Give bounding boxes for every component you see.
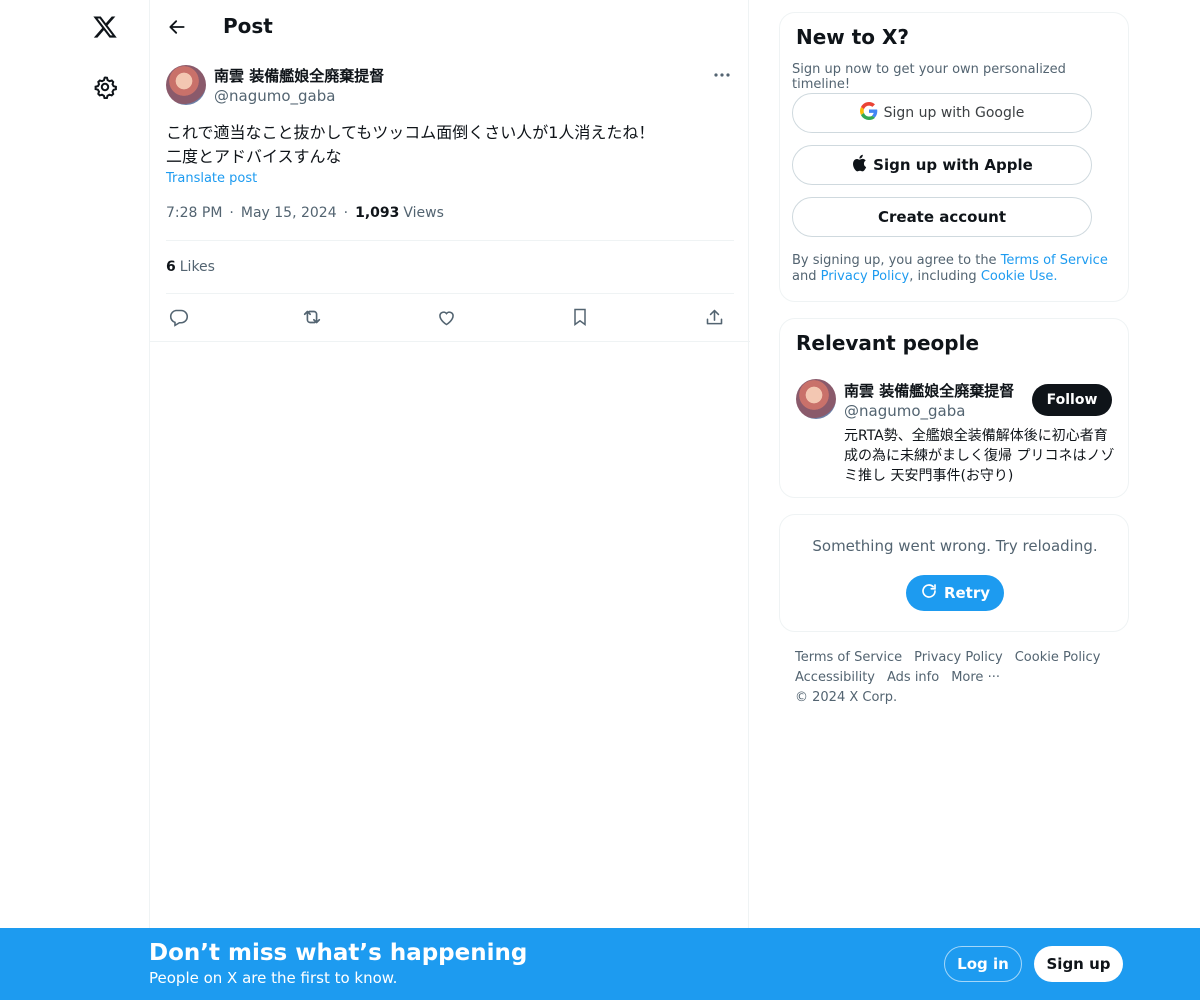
apple-icon [851, 154, 867, 176]
signup-apple-label: Sign up with Apple [873, 156, 1033, 174]
main-header: Post [150, 0, 750, 53]
post-time[interactable]: 7:28 PM [166, 205, 222, 221]
relevant-people-card: Relevant people 南雲 装備艦娘全廃棄提督 @nagumo_gab… [779, 318, 1129, 498]
login-button[interactable]: Log in [944, 946, 1022, 982]
divider [150, 341, 750, 342]
bottom-bar-title: Don’t miss what’s happening [149, 940, 528, 966]
footer-more-link[interactable]: More ··· [951, 668, 1000, 688]
main-column: Post 南雲 装備艦娘全廃棄提督 @nagumo_gaba これで適当なこと抜… [149, 0, 750, 1000]
create-account-button[interactable]: Create account [792, 197, 1092, 237]
more-options-icon[interactable] [710, 65, 734, 85]
author-name[interactable]: 南雲 装備艦娘全廃棄提督 [214, 65, 384, 86]
page-title: Post [223, 14, 273, 38]
post-text: これで適当なこと抜かしてもツッコム面倒くさい人が1人消えたね！ 二度とアドバイス… [166, 123, 655, 166]
translate-post-link[interactable]: Translate post [166, 171, 257, 186]
author-handle[interactable]: @nagumo_gaba [214, 87, 335, 105]
footer-links: Terms of Service Privacy Policy Cookie Pol… [795, 648, 1115, 708]
post-meta: 7:28 PM · May 15, 2024 · 1,093 Views [166, 205, 444, 221]
cookie-use-link[interactable]: Cookie Use. [981, 269, 1058, 284]
legal-and: and [792, 269, 821, 284]
avatar[interactable] [166, 65, 206, 105]
relevant-person-name[interactable]: 南雲 装備艦娘全廃棄提督 [844, 380, 1014, 401]
footer-terms-link[interactable]: Terms of Service [795, 648, 902, 668]
error-message: Something went wrong. Try reloading. [812, 537, 1098, 555]
likes-stat[interactable]: 6 Likes [166, 259, 215, 275]
x-logo-icon[interactable] [88, 10, 122, 44]
relevant-person-bio: 元RTA勢、全艦娘全装備解体後に初心者育成の為に未練がましく復帰 プリコネはノゾ… [844, 428, 1115, 484]
footer-cookie-link[interactable]: Cookie Policy [1015, 648, 1101, 668]
refresh-icon [920, 582, 938, 604]
terms-link[interactable]: Terms of Service [1001, 253, 1108, 268]
divider [166, 240, 734, 241]
reply-icon[interactable] [166, 305, 190, 329]
signup-legal-text: By signing up, you agree to the Terms of… [792, 253, 1122, 285]
repost-icon[interactable] [300, 305, 324, 329]
follow-button[interactable]: Follow [1032, 384, 1112, 416]
google-icon [859, 102, 878, 124]
likes-count: 6 [166, 259, 176, 275]
relevant-person-handle[interactable]: @nagumo_gaba [844, 402, 965, 420]
bottom-bar-subtitle: People on X are the first to know. [149, 969, 398, 987]
likes-label: Likes [179, 259, 215, 275]
left-nav [0, 0, 150, 1000]
error-card: Something went wrong. Try reloading. Ret… [779, 514, 1129, 632]
bottom-signup-bar: Don’t miss what’s happening People on X … [0, 928, 1200, 1000]
privacy-link[interactable]: Privacy Policy [821, 269, 910, 284]
retry-button[interactable]: Retry [906, 575, 1004, 611]
create-account-label: Create account [877, 208, 1006, 226]
footer-ads-link[interactable]: Ads info [887, 668, 939, 688]
signup-google-button[interactable]: Sign up with Google [792, 93, 1092, 133]
post-actions [166, 305, 736, 329]
like-heart-icon[interactable] [434, 305, 458, 329]
divider [166, 293, 734, 294]
share-icon[interactable] [702, 305, 726, 329]
meta-separator: · [229, 205, 234, 221]
relevant-people-title: Relevant people [796, 331, 980, 355]
signup-button[interactable]: Sign up [1034, 946, 1123, 982]
bookmark-icon[interactable] [568, 305, 592, 329]
footer-copyright: © 2024 X Corp. [795, 690, 898, 705]
views-label: Views [403, 205, 444, 221]
legal-including: , including [909, 269, 981, 284]
avatar[interactable] [796, 379, 836, 419]
signup-card-title: New to X? [796, 25, 910, 49]
footer-privacy-link[interactable]: Privacy Policy [914, 648, 1003, 668]
signup-apple-button[interactable]: Sign up with Apple [792, 145, 1092, 185]
gear-icon[interactable] [90, 72, 120, 102]
meta-separator: · [343, 205, 349, 221]
signup-card: New to X? Sign up now to get your own pe… [779, 12, 1129, 302]
post-date[interactable]: May 15, 2024 [241, 205, 337, 221]
retry-label: Retry [943, 584, 991, 602]
signup-card-subtitle: Sign up now to get your own personalized… [792, 62, 1066, 92]
views-count: 1,093 [355, 205, 400, 221]
legal-prefix: By signing up, you agree to the [792, 253, 1001, 268]
signup-google-label: Sign up with Google [883, 105, 1025, 121]
back-arrow-icon[interactable] [162, 12, 192, 42]
footer-accessibility-link[interactable]: Accessibility [795, 668, 875, 688]
